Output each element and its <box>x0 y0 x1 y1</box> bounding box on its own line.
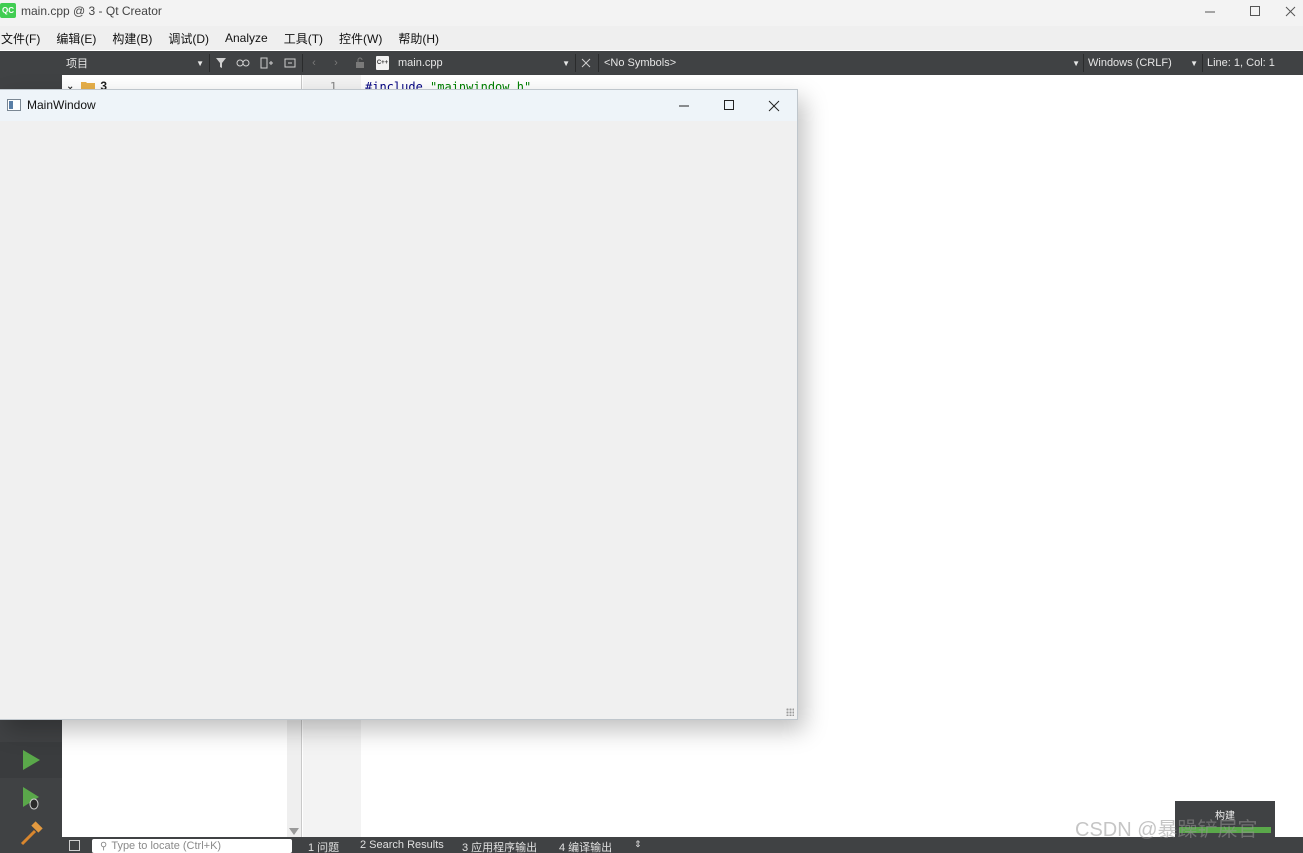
locator-input[interactable]: ⚲ Type to locate (Ctrl+K) <box>92 839 292 853</box>
tab-application-output[interactable]: 3 应用程序输出 <box>462 839 537 853</box>
qt-logo-icon: QC <box>0 3 16 18</box>
cursor-position-label: Line: 1, Col: 1 <box>1207 57 1275 69</box>
locator-placeholder: Type to locate (Ctrl+K) <box>111 840 222 852</box>
symbols-select[interactable]: <No Symbols> ▼ <box>604 51 1082 75</box>
line-endings-label: Windows (CRLF) <box>1088 57 1172 69</box>
menu-build[interactable]: 构建(B) <box>112 30 160 47</box>
toggle-sidebar-icon[interactable] <box>69 840 80 851</box>
panel-select[interactable]: 项目 ▼ <box>66 51 206 75</box>
close-file-icon[interactable] <box>578 55 594 71</box>
build-button[interactable] <box>0 816 62 852</box>
open-file-select[interactable]: C++ main.cpp ▼ <box>376 51 574 75</box>
symbols-label: <No Symbols> <box>604 57 677 69</box>
split-icon[interactable] <box>259 55 275 71</box>
editor-toolbar: 项目 ▼ ‹ › C++ main.cpp ▼ <No Symbols> ▼ W… <box>0 51 1303 75</box>
menu-help[interactable]: 帮助(H) <box>398 30 447 47</box>
search-icon: ⚲ <box>100 841 108 852</box>
scroll-down-icon[interactable] <box>289 828 299 835</box>
minimize-button[interactable] <box>1188 0 1232 22</box>
minimize-icon <box>1204 11 1215 12</box>
main-window-app: MainWindow <box>0 89 798 720</box>
debug-run-button[interactable] <box>0 780 62 816</box>
menu-debug[interactable]: 调试(D) <box>168 30 217 47</box>
menu-bar: 文件(F) 编辑(E) 构建(B) 调试(D) Analyze 工具(T) 控件… <box>0 26 1303 50</box>
more-tabs-icon[interactable]: ⇕ <box>634 839 642 850</box>
minimize-icon <box>678 105 689 107</box>
close-icon <box>1285 6 1295 16</box>
close-button[interactable] <box>1277 0 1303 22</box>
chevron-down-icon: ▼ <box>562 58 570 68</box>
main-window-title: MainWindow <box>27 98 96 112</box>
maximize-icon <box>723 100 734 110</box>
resize-grip-icon[interactable] <box>786 708 794 716</box>
chevron-down-icon: ▼ <box>1072 58 1080 68</box>
run-button[interactable] <box>0 742 62 778</box>
close-icon <box>768 100 780 111</box>
link-icon[interactable] <box>235 55 251 71</box>
hammer-icon <box>20 821 43 846</box>
collapse-icon[interactable] <box>282 55 298 71</box>
cpp-file-icon: C++ <box>376 56 389 70</box>
maximize-button[interactable] <box>1233 0 1277 22</box>
tab-issues[interactable]: 1 问题 <box>308 839 339 853</box>
filter-icon[interactable] <box>213 55 229 71</box>
qt-creator-app: QC main.cpp @ 3 - Qt Creator 文件(F) 编辑(E)… <box>0 0 1303 853</box>
cursor-position[interactable]: Line: 1, Col: 1 <box>1207 51 1275 75</box>
line-endings-select[interactable]: Windows (CRLF) ▼ <box>1088 51 1200 75</box>
chevron-down-icon: ▼ <box>196 58 204 68</box>
project-scrollbar[interactable] <box>287 715 301 837</box>
main-window-maximize-button[interactable] <box>706 90 752 121</box>
open-file-name: main.cpp <box>398 57 443 69</box>
lock-icon <box>352 55 368 71</box>
app-window-icon <box>7 99 21 111</box>
chevron-down-icon: ▼ <box>1190 58 1198 68</box>
menu-edit[interactable]: 编辑(E) <box>56 30 104 47</box>
menu-file[interactable]: 文件(F) <box>1 30 48 47</box>
menu-widgets[interactable]: 控件(W) <box>339 30 390 47</box>
title-bar: QC main.cpp @ 3 - Qt Creator <box>0 0 1303 26</box>
csdn-watermark: CSDN @暴躁铲屎官 <box>1075 819 1258 841</box>
main-window-close-button[interactable] <box>751 90 797 121</box>
menu-analyze[interactable]: Analyze <box>225 31 276 45</box>
panel-select-label: 项目 <box>66 58 88 70</box>
main-window-minimize-button[interactable] <box>661 90 707 121</box>
tab-compile-output[interactable]: 4 编译输出 <box>559 839 612 853</box>
tab-search-results[interactable]: 2 Search Results <box>360 839 444 851</box>
window-title: main.cpp @ 3 - Qt Creator <box>21 4 162 18</box>
maximize-icon <box>1249 5 1260 16</box>
main-window-titlebar: MainWindow <box>0 90 797 121</box>
nav-forward-icon[interactable]: › <box>328 55 344 71</box>
run-icon <box>22 750 40 770</box>
nav-back-icon[interactable]: ‹ <box>306 55 322 71</box>
menu-tools[interactable]: 工具(T) <box>284 30 331 47</box>
debug-run-icon <box>23 787 39 810</box>
